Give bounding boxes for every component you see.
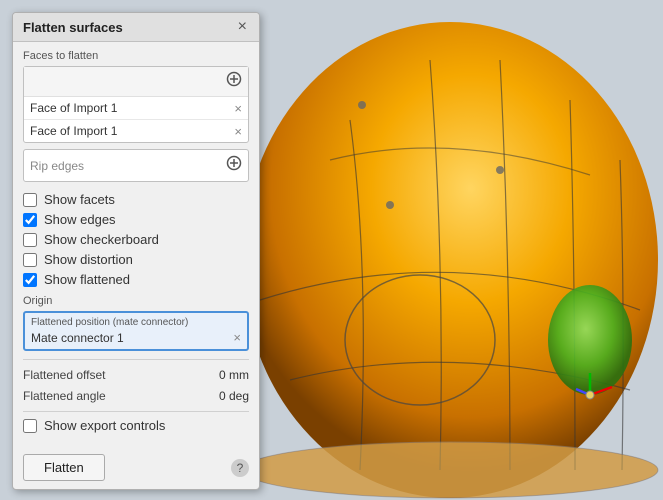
show-flattened-label: Show flattened <box>44 272 130 287</box>
mate-connector-value: Mate connector 1 <box>31 331 124 345</box>
add-face-button[interactable] <box>226 71 242 92</box>
origin-sublabel: Flattened position (mate connector) <box>31 317 241 328</box>
flattened-offset-value: 0 mm <box>219 368 249 382</box>
panel-footer: Flatten ? <box>13 448 259 489</box>
face-2-label: Face of Import 1 <box>30 124 117 138</box>
rip-edges-row: Rip edges <box>23 149 249 182</box>
mate-connector-row: Mate connector 1 × <box>31 330 241 345</box>
show-distortion-label: Show distortion <box>44 252 133 267</box>
divider-1 <box>23 359 249 360</box>
show-flattened-checkbox[interactable] <box>23 273 37 287</box>
face-1-label: Face of Import 1 <box>30 101 117 115</box>
checkbox-show-checkerboard: Show checkerboard <box>23 232 249 247</box>
show-checkerboard-checkbox[interactable] <box>23 233 37 247</box>
checkbox-show-facets: Show facets <box>23 192 249 207</box>
show-edges-label: Show edges <box>44 212 116 227</box>
flatten-button[interactable]: Flatten <box>23 454 105 481</box>
origin-label: Origin <box>23 295 249 307</box>
flattened-angle-value: 0 deg <box>219 389 249 403</box>
show-checkerboard-label: Show checkerboard <box>44 232 159 247</box>
show-facets-checkbox[interactable] <box>23 193 37 207</box>
checkbox-show-flattened: Show flattened <box>23 272 249 287</box>
rip-edges-label: Rip edges <box>30 159 84 173</box>
faces-list: Face of Import 1 × Face of Import 1 × <box>23 66 249 143</box>
remove-face-1-button[interactable]: × <box>234 102 242 115</box>
face-row-1: Face of Import 1 × <box>24 97 248 120</box>
hemisphere <box>242 22 658 498</box>
panel-body: Faces to flatten Face of Import 1 × Face… <box>13 42 259 448</box>
flattened-angle-label: Flattened angle <box>23 389 106 403</box>
close-button[interactable]: × <box>236 19 249 35</box>
show-export-checkbox[interactable] <box>23 419 37 433</box>
help-icon[interactable]: ? <box>231 459 249 477</box>
checkbox-show-distortion: Show distortion <box>23 252 249 267</box>
faces-section-label: Faces to flatten <box>23 50 249 62</box>
face-row-2: Face of Import 1 × <box>24 120 248 142</box>
flattened-offset-row: Flattened offset 0 mm <box>23 366 249 384</box>
divider-2 <box>23 411 249 412</box>
show-facets-label: Show facets <box>44 192 115 207</box>
checkbox-show-edges: Show edges <box>23 212 249 227</box>
add-rip-edge-button[interactable] <box>226 155 242 176</box>
flattened-offset-label: Flattened offset <box>23 368 106 382</box>
panel-title: Flatten surfaces <box>23 20 123 35</box>
remove-mate-connector-button[interactable]: × <box>233 330 241 345</box>
show-edges-checkbox[interactable] <box>23 213 37 227</box>
show-distortion-checkbox[interactable] <box>23 253 37 267</box>
origin-box: Flattened position (mate connector) Mate… <box>23 311 249 351</box>
flatten-panel: Flatten surfaces × Faces to flatten Face… <box>12 12 260 490</box>
checkbox-show-export: Show export controls <box>23 418 249 433</box>
faces-header-row <box>24 67 248 97</box>
origin-section: Origin Flattened position (mate connecto… <box>23 295 249 351</box>
flattened-angle-row: Flattened angle 0 deg <box>23 387 249 405</box>
panel-header: Flatten surfaces × <box>13 13 259 42</box>
show-export-label: Show export controls <box>44 418 165 433</box>
remove-face-2-button[interactable]: × <box>234 125 242 138</box>
